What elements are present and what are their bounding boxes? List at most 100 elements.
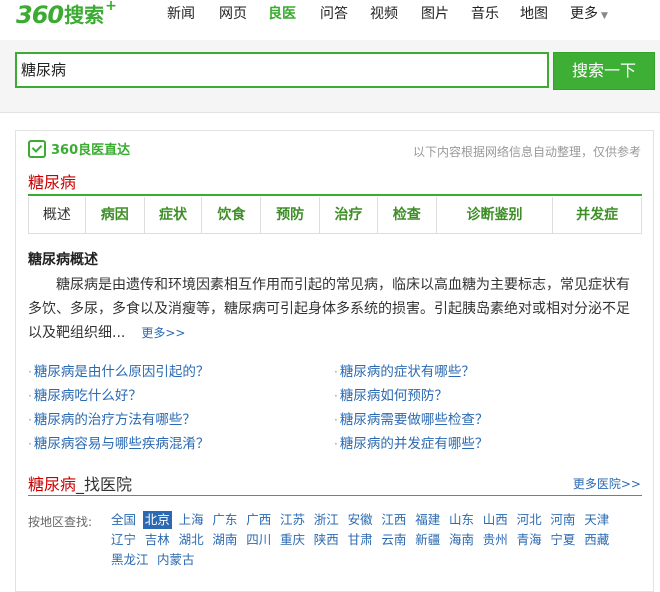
nav-images[interactable]: 图片 (421, 5, 449, 23)
region-link[interactable]: 云南 (379, 531, 408, 549)
question-link[interactable]: · 糖尿病需要做哪些检查？ (334, 408, 488, 428)
more-hospitals-link[interactable]: 更多医院>> (573, 475, 641, 492)
nav-more[interactable]: 更多 ▼ (570, 5, 608, 25)
region-link[interactable]: 贵州 (481, 531, 510, 549)
logo-word: 搜索 (64, 3, 105, 27)
tab-treatment[interactable]: 治疗 (319, 197, 377, 233)
bullet-icon: · (28, 437, 32, 451)
region-link[interactable]: 广东 (210, 511, 239, 529)
question-link[interactable]: · 糖尿病是由什么原因引起的？ (28, 360, 209, 380)
question-text: 糖尿病的症状有哪些？ (339, 364, 475, 380)
region-link[interactable]: 江西 (379, 511, 408, 529)
more-link[interactable]: 更多>> (141, 326, 185, 340)
region-link[interactable]: 西藏 (582, 531, 611, 549)
logo-number: 360 (16, 1, 64, 29)
region-link[interactable]: 内蒙古 (155, 551, 197, 569)
logo-plus: + (105, 0, 117, 14)
region-link[interactable]: 上海 (177, 511, 206, 529)
region-link[interactable]: 黑龙江 (109, 551, 151, 569)
question-link[interactable]: · 糖尿病吃什么好？ (28, 384, 142, 404)
region-link[interactable]: 福建 (413, 511, 442, 529)
section-title: 糖尿病概述 (28, 252, 98, 268)
overview-text: 糖尿病是由遗传和环境因素相互作用而引起的常见病，临床以高血糖为主要标志，常见症状… (28, 273, 633, 345)
region-link[interactable]: 宁夏 (548, 531, 577, 549)
region-link[interactable]: 新疆 (413, 531, 442, 549)
region-link[interactable]: 安徽 (346, 511, 375, 529)
logo-360-search[interactable]: 360 搜索 + (16, 0, 117, 30)
question-text: 糖尿病需要做哪些检查？ (339, 412, 489, 428)
find-hospital-title[interactable]: 糖尿病_找医院 (28, 471, 132, 495)
divider (28, 194, 642, 196)
nav-news[interactable]: 新闻 (167, 5, 195, 23)
question-link[interactable]: · 糖尿病容易与哪些疾病混淆？ (28, 432, 209, 452)
nav-video[interactable]: 视频 (370, 5, 398, 23)
bullet-icon: · (28, 389, 32, 403)
bullet-icon: · (334, 389, 338, 403)
region-link[interactable]: 天津 (582, 511, 611, 529)
bullet-icon: · (28, 365, 32, 379)
region-link[interactable]: 湖北 (177, 531, 206, 549)
region-link[interactable]: 山西 (481, 511, 510, 529)
region-link[interactable]: 山东 (447, 511, 476, 529)
nav-more-label: 更多 (570, 6, 598, 22)
nav-web[interactable]: 网页 (219, 5, 247, 23)
region-link[interactable]: 河北 (515, 511, 544, 529)
search-bar: 糖尿病 搜索一下 (0, 40, 660, 113)
region-link[interactable]: 全国 (109, 511, 138, 529)
question-text: 糖尿病的治疗方法有哪些？ (33, 412, 196, 428)
tab-overview[interactable]: 概述 (29, 197, 85, 233)
find-hospital-suffix: _找医院 (76, 475, 133, 494)
check-shield-icon (28, 139, 46, 158)
region-link[interactable]: 广西 (244, 511, 273, 529)
tab-exams[interactable]: 检查 (376, 197, 436, 233)
region-link[interactable]: 陕西 (312, 531, 341, 549)
brand-label: 360良医直达 (51, 143, 131, 158)
medical-answer-card: 360良医直达 以下内容根据网络信息自动整理，仅供参考 糖尿病 概述 病因 症状… (15, 130, 654, 592)
tab-symptoms[interactable]: 症状 (143, 197, 202, 233)
question-text: 糖尿病容易与哪些疾病混淆？ (33, 436, 210, 452)
region-link[interactable]: 辽宁 (109, 531, 138, 549)
nav-liangyi[interactable]: 良医 (268, 5, 296, 23)
question-link[interactable]: · 糖尿病的并发症有哪些？ (334, 432, 488, 452)
nav-qa[interactable]: 问答 (320, 5, 348, 23)
question-link[interactable]: · 糖尿病的治疗方法有哪些？ (28, 408, 196, 428)
question-text: 糖尿病吃什么好？ (33, 388, 142, 404)
bullet-icon: · (334, 437, 338, 451)
top-nav: 360 搜索 + 新闻 网页 良医 问答 视频 图片 音乐 地图 更多 ▼ (0, 0, 660, 30)
overview-body: 糖尿病是由遗传和环境因素相互作用而引起的常见病，临床以高血糖为主要标志，常见症状… (28, 277, 630, 341)
region-link[interactable]: 北京 (142, 511, 172, 529)
region-link[interactable]: 江苏 (278, 511, 307, 529)
tab-complications[interactable]: 并发症 (552, 197, 641, 233)
tab-diagnosis[interactable]: 诊断鉴别 (435, 197, 553, 233)
tab-diet[interactable]: 饮食 (201, 197, 260, 233)
disease-title[interactable]: 糖尿病 (28, 169, 76, 193)
region-link[interactable]: 甘肃 (346, 531, 375, 549)
region-link[interactable]: 河南 (548, 511, 577, 529)
topic-tabs: 概述 病因 症状 饮食 预防 治疗 检查 诊断鉴别 并发症 (28, 197, 642, 234)
search-input[interactable]: 糖尿病 (15, 52, 549, 88)
nav-music[interactable]: 音乐 (471, 5, 499, 23)
tab-prevention[interactable]: 预防 (260, 197, 319, 233)
bullet-icon: · (28, 413, 32, 427)
region-link[interactable]: 浙江 (312, 511, 341, 529)
brand-header[interactable]: 360良医直达 (28, 139, 130, 158)
region-link[interactable]: 吉林 (143, 531, 172, 549)
question-text: 糖尿病的并发症有哪些？ (339, 436, 489, 452)
region-link[interactable]: 海南 (447, 531, 476, 549)
disclaimer-text: 以下内容根据网络信息自动整理，仅供参考 (412, 145, 641, 159)
question-text: 糖尿病如何预防？ (339, 388, 448, 404)
divider (28, 495, 642, 496)
region-link[interactable]: 重庆 (278, 531, 307, 549)
region-link[interactable]: 湖南 (210, 531, 239, 549)
question-link[interactable]: · 糖尿病的症状有哪些？ (334, 360, 475, 380)
tab-causes[interactable]: 病因 (84, 197, 144, 233)
bullet-icon: · (334, 365, 338, 379)
region-link[interactable]: 四川 (244, 531, 273, 549)
question-link[interactable]: · 糖尿病如何预防？ (334, 384, 448, 404)
search-button[interactable]: 搜索一下 (553, 52, 655, 90)
region-label: 按地区查找: (28, 515, 93, 529)
question-text: 糖尿病是由什么原因引起的？ (33, 364, 210, 380)
find-hospital-disease: 糖尿病 (28, 475, 77, 494)
nav-map[interactable]: 地图 (520, 5, 548, 23)
region-link[interactable]: 青海 (515, 531, 544, 549)
